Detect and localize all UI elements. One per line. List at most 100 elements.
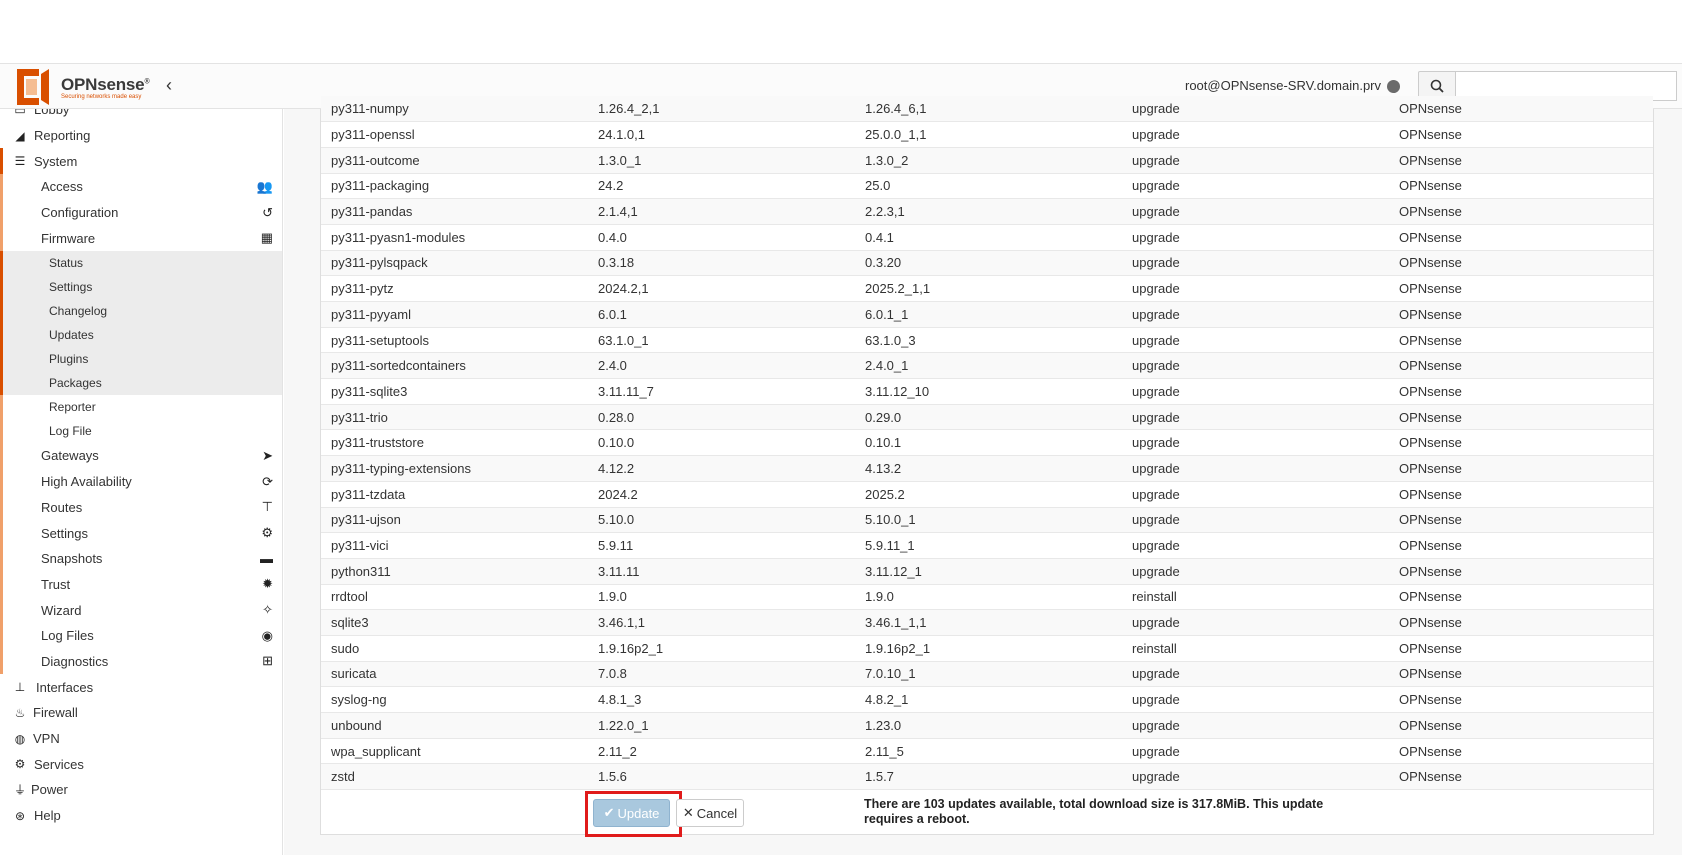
package-name: sudo	[321, 635, 588, 662]
sidebar-item-services[interactable]: ⚙ Services	[0, 751, 282, 777]
sidebar-item-firmware-settings[interactable]: Settings	[0, 275, 282, 300]
action: upgrade	[1122, 404, 1389, 431]
status-dot-icon[interactable]	[1387, 80, 1400, 93]
repository: OPNsense	[1389, 352, 1653, 380]
current-version: 2.4.0	[588, 352, 855, 380]
new-version: 7.0.10_1	[855, 661, 1122, 688]
current-version: 1.22.0_1	[588, 712, 855, 739]
table-row: py311-sortedcontainers 2.4.0 2.4.0_1 upgrad…	[321, 352, 1653, 380]
update-button[interactable]: ✔ Update	[593, 799, 670, 827]
current-version: 6.0.1	[588, 301, 855, 328]
current-version: 1.3.0_1	[588, 147, 855, 174]
action: upgrade	[1122, 275, 1389, 302]
sidebar-item-gateways[interactable]: Gateways ➤	[0, 443, 282, 469]
table-row: py311-outcome 1.3.0_1 1.3.0_2 upgrade OPNsen…	[321, 147, 1653, 174]
current-version: 3.11.11	[588, 558, 855, 585]
current-version: 24.1.0,1	[588, 121, 855, 148]
certificate-icon: ✹	[262, 576, 273, 592]
sidebar-item-wizard[interactable]: Wizard ✧	[0, 597, 282, 623]
repository: OPNsense	[1389, 173, 1653, 200]
refresh-icon: ⟳	[262, 473, 273, 489]
sidebar-item-log-files[interactable]: Log Files ◉	[0, 622, 282, 649]
sidebar-item-trust[interactable]: Trust ✹	[0, 571, 282, 598]
sidebar-item-updates[interactable]: Updates	[0, 323, 282, 348]
sidebar-item-snapshots[interactable]: Snapshots ▬	[0, 545, 282, 572]
current-version: 1.9.0	[588, 584, 855, 611]
package-name: suricata	[321, 661, 588, 688]
sidebar-item-reporter[interactable]: Reporter	[0, 395, 282, 420]
package-name: py311-sqlite3	[321, 378, 588, 405]
close-icon: ✕	[682, 805, 694, 820]
package-name: py311-vici	[321, 532, 588, 559]
action: upgrade	[1122, 224, 1389, 251]
users-icon: 👥	[256, 178, 273, 194]
opnsense-logo[interactable]: OPNsense® Securing networks made easy	[11, 65, 150, 109]
current-version: 5.10.0	[588, 507, 855, 534]
sidebar-item-status[interactable]: Status	[0, 251, 282, 276]
action: upgrade	[1122, 686, 1389, 713]
sidebar-item-access[interactable]: Access 👥	[0, 174, 282, 200]
repository: OPNsense	[1389, 198, 1653, 225]
user-account[interactable]: root@OPNsense-SRV.domain.prv	[1185, 78, 1381, 93]
table-row: py311-truststore 0.10.0 0.10.1 upgrade OPNse…	[321, 429, 1653, 457]
repository: OPNsense	[1389, 609, 1653, 636]
repository: OPNsense	[1389, 712, 1653, 739]
action: upgrade	[1122, 429, 1389, 457]
sidebar-item-firewall[interactable]: ♨ Firewall	[0, 700, 282, 726]
table-row: py311-setuptools 63.1.0_1 63.1.0_3 upgrade O…	[321, 327, 1653, 354]
eye-icon: ◉	[261, 627, 273, 643]
package-name: py311-pyasn1-modules	[321, 224, 588, 251]
sidebar-item-configuration[interactable]: Configuration ↺	[0, 199, 282, 226]
new-version: 5.9.11_1	[855, 532, 1122, 559]
table-row: sqlite3 3.46.1,1 3.46.1_1,1 upgrade OPNsense	[321, 609, 1653, 636]
action: upgrade	[1122, 96, 1389, 123]
package-name: py311-pylsqpack	[321, 250, 588, 277]
sidebar-item-vpn[interactable]: ◍ VPN	[0, 726, 282, 752]
action: upgrade	[1122, 327, 1389, 354]
sidebar-item-help[interactable]: ⊛ Help	[0, 803, 282, 829]
sidebar-item-interfaces[interactable]: ⊥ Interfaces	[0, 674, 282, 700]
current-version: 3.11.11_7	[588, 378, 855, 405]
new-version: 4.8.2_1	[855, 686, 1122, 713]
building-icon: ▦	[260, 230, 273, 246]
sidebar-item-high-availability[interactable]: High Availability ⟳	[0, 468, 282, 495]
package-name: py311-ujson	[321, 507, 588, 534]
sidebar-item-power[interactable]: ⏚ Power	[0, 777, 282, 803]
package-name: py311-sortedcontainers	[321, 352, 588, 380]
search-icon	[1430, 79, 1444, 93]
repository: OPNsense	[1389, 661, 1653, 688]
sidebar-item-system[interactable]: ☰ System	[0, 148, 282, 175]
new-version: 2.4.0_1	[855, 352, 1122, 380]
current-version: 2024.2,1	[588, 275, 855, 302]
sidebar-item-firmware[interactable]: Firmware ▦	[0, 225, 282, 252]
sidebar-item-routes[interactable]: Routes ⊤	[0, 494, 282, 521]
brand-name: OPNsense®	[61, 74, 150, 94]
current-version: 1.5.6	[588, 763, 855, 791]
plug-icon: ⏚	[13, 783, 26, 798]
update-notice: There are 103 updates available, total d…	[864, 797, 1324, 826]
table-row: py311-vici 5.9.11 5.9.11_1 upgrade OPNsense	[321, 532, 1653, 559]
current-version: 24.2	[588, 173, 855, 200]
repository: OPNsense	[1389, 584, 1653, 611]
sidebar-item-settings[interactable]: Settings ⚙	[0, 520, 282, 546]
repository: OPNsense	[1389, 738, 1653, 765]
brand-tagline: Securing networks made easy	[61, 93, 142, 100]
hdd-icon: ▬	[260, 551, 273, 567]
sidebar-item-packages[interactable]: Packages	[0, 371, 282, 396]
action: upgrade	[1122, 558, 1389, 585]
sidebar-item-log-file[interactable]: Log File	[0, 419, 282, 444]
sidebar-item-plugins[interactable]: Plugins	[0, 347, 282, 372]
sidebar-item-lobby[interactable]: ▭ Lobby	[0, 109, 282, 123]
sidebar-item-diagnostics[interactable]: Diagnostics ⊞	[0, 648, 282, 675]
table-row: rrdtool 1.9.0 1.9.0 reinstall OPNsense	[321, 584, 1653, 611]
sidebar: ▭ Lobby ◢ Reporting ☰ System Access 👥 Config…	[0, 109, 283, 855]
sidebar-item-reporting[interactable]: ◢ Reporting	[0, 123, 282, 149]
cancel-button[interactable]: ✕ Cancel	[676, 799, 744, 827]
sidebar-item-changelog[interactable]: Changelog	[0, 299, 282, 324]
collapse-sidebar-icon[interactable]: ‹	[166, 75, 172, 96]
package-name: py311-truststore	[321, 429, 588, 457]
action: upgrade	[1122, 609, 1389, 636]
new-version: 3.11.12_10	[855, 378, 1122, 405]
new-version: 63.1.0_3	[855, 327, 1122, 354]
new-version: 3.46.1_1,1	[855, 609, 1122, 636]
